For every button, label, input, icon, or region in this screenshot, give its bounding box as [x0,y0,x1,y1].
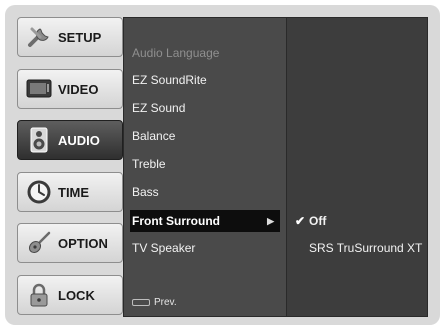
menu-item-front-surround[interactable]: Front Surround ▶ [130,210,280,232]
speaker-icon [24,127,54,153]
check-icon: ✔ [295,214,306,228]
tab-label: LOCK [58,287,95,303]
menu-item-balance[interactable]: Balance [130,125,280,147]
menu-item-label: Treble [132,157,166,171]
tab-lock[interactable]: LOCK [17,275,123,315]
audio-menu-list: Audio Language EZ SoundRite EZ Sound Bal… [124,18,287,316]
tab-time[interactable]: TIME [17,172,123,212]
tab-label: OPTION [58,235,108,251]
tab-label: VIDEO [58,81,99,97]
tab-audio[interactable]: AUDIO [17,120,123,160]
monitor-icon [24,76,54,102]
menu-item-treble[interactable]: Treble [130,153,280,175]
menu-item-bass[interactable]: Bass [130,181,280,203]
prev-label: Prev. [154,297,177,308]
tab-label: SETUP [58,29,102,45]
submenu-arrow-icon: ▶ [267,216,274,226]
wrench-icon [24,24,54,50]
guitar-icon [24,230,54,256]
tab-setup[interactable]: SETUP [17,17,123,57]
tab-option[interactable]: OPTION [17,223,123,263]
menu-item-ez-sound[interactable]: EZ Sound [130,97,280,119]
option-label: SRS TruSurround XT [309,241,423,255]
menu-key-icon [132,299,150,306]
tab-label: AUDIO [58,132,100,148]
menu-item-label: Audio Language [132,46,220,60]
menu-item-ez-soundrite[interactable]: EZ SoundRite [130,69,280,91]
category-sidebar: SETUP VIDEO AUDIO TIME OPTION LOCK [17,17,123,317]
menu-item-label: EZ SoundRite [132,73,207,87]
clock-icon [24,179,54,205]
option-label: Off [309,214,327,228]
option-srs-trusurround-xt[interactable]: SRS TruSurround XT [309,237,422,259]
tab-video[interactable]: VIDEO [17,69,123,109]
front-surround-options: ✔ Off SRS TruSurround XT [287,18,427,316]
menu-item-label: Front Surround [132,214,220,228]
menu-item-audio-language: Audio Language [130,42,280,64]
option-off[interactable]: ✔ Off [295,210,326,232]
audio-menu-area: Audio Language EZ SoundRite EZ Sound Bal… [123,17,428,317]
prev-hint: Prev. [132,297,177,308]
menu-item-label: TV Speaker [132,241,196,255]
osd-panel: SETUP VIDEO AUDIO TIME OPTION LOCK Audio… [5,5,440,325]
tab-label: TIME [58,184,90,200]
menu-item-label: Balance [132,129,176,143]
menu-item-tv-speaker[interactable]: TV Speaker [130,237,280,259]
lock-icon [24,282,54,308]
menu-item-label: Bass [132,185,159,199]
menu-item-label: EZ Sound [132,101,186,115]
tv-osd-screen: SETUP VIDEO AUDIO TIME OPTION LOCK Audio… [0,0,445,331]
